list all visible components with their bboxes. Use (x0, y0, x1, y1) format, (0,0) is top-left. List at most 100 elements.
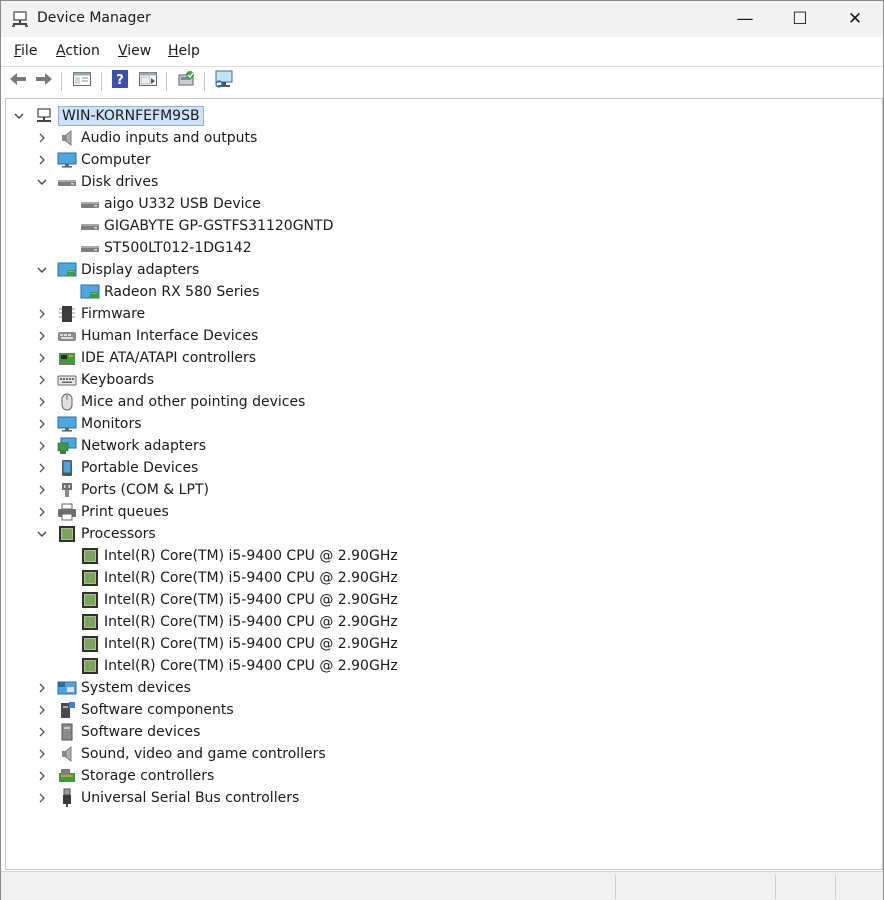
chevron-right-icon[interactable] (35, 725, 49, 739)
tree-item-sound[interactable]: Sound, video and game controllers (35, 743, 326, 765)
chevron-down-icon[interactable] (35, 527, 49, 541)
chevron-right-icon[interactable] (35, 395, 49, 409)
chevron-right-icon[interactable] (35, 417, 49, 431)
tree-item-processors[interactable]: Processors (35, 523, 156, 545)
chevron-right-icon[interactable] (35, 703, 49, 717)
processor-icon (80, 547, 100, 565)
scan-hardware-icon (213, 69, 235, 93)
properties-button[interactable] (137, 71, 159, 91)
chevron-right-icon[interactable] (35, 131, 49, 145)
menu-action[interactable]: Action (56, 43, 100, 59)
toolbar-separator (61, 72, 62, 91)
chevron-right-icon[interactable] (35, 505, 49, 519)
tree-item-software-devices[interactable]: Software devices (35, 721, 200, 743)
chevron-right-icon[interactable] (35, 307, 49, 321)
chevron-right-icon[interactable] (35, 747, 49, 761)
tree-item-software-components[interactable]: Software components (35, 699, 234, 721)
tree-item-display-adapters[interactable]: Display adapters (35, 259, 199, 281)
scan-hardware-button[interactable] (213, 69, 235, 93)
tree-child-display-adapter[interactable]: Radeon RX 580 Series (80, 281, 259, 303)
tree-item-network-adapters[interactable]: Network adapters (35, 435, 206, 457)
tree-item-computer[interactable]: Computer (35, 149, 151, 171)
chevron-right-icon[interactable] (35, 791, 49, 805)
tree-child-disk[interactable]: ST500LT012-1DG142 (80, 237, 252, 259)
chevron-right-icon[interactable] (35, 769, 49, 783)
processor-icon (80, 569, 100, 587)
chevron-right-icon[interactable] (35, 153, 49, 167)
chevron-right-icon[interactable] (35, 681, 49, 695)
forward-button[interactable] (33, 71, 55, 91)
tree-item-label: Disk drives (81, 174, 159, 190)
tree-item-label: Software components (81, 702, 234, 718)
display-adapter-icon (80, 283, 100, 301)
help-button[interactable]: ? (109, 70, 131, 91)
tree-item-label: Sound, video and game controllers (81, 746, 326, 762)
device-manager-window: Device Manager — ☐ ✕ File Action View He… (0, 0, 884, 900)
update-driver-button[interactable] (175, 71, 197, 91)
tree-child-label: GIGABYTE GP-GSTFS31120GNTD (104, 218, 334, 234)
menu-file[interactable]: File (14, 43, 37, 59)
menu-view[interactable]: View (118, 43, 151, 59)
tree-item-ports[interactable]: Ports (COM & LPT) (35, 479, 209, 501)
tree-item-keyboards[interactable]: Keyboards (35, 369, 154, 391)
tree-child-disk[interactable]: aigo U332 USB Device (80, 193, 261, 215)
maximize-button[interactable]: ☐ (772, 1, 828, 37)
tree-item-usb[interactable]: Universal Serial Bus controllers (35, 787, 299, 809)
tree-item-hid[interactable]: Human Interface Devices (35, 325, 258, 347)
close-icon: ✕ (847, 9, 863, 29)
tree-item-ide[interactable]: IDE ATA/ATAPI controllers (35, 347, 256, 369)
title-bar[interactable]: Device Manager — ☐ ✕ (1, 1, 883, 37)
menu-help[interactable]: Help (168, 43, 200, 59)
minimize-button[interactable]: — (717, 1, 773, 37)
chevron-right-icon[interactable] (35, 329, 49, 343)
chevron-down-icon[interactable] (12, 109, 26, 123)
software-component-icon (57, 701, 77, 719)
tree-item-monitors[interactable]: Monitors (35, 413, 142, 435)
ide-controller-icon (57, 349, 77, 367)
disk-drive-icon (57, 173, 77, 191)
tree-child-processor[interactable]: Intel(R) Core(TM) i5-9400 CPU @ 2.90GHz (80, 655, 398, 677)
tree-item-disk-drives[interactable]: Disk drives (35, 171, 158, 193)
tree-child-label: Intel(R) Core(TM) i5-9400 CPU @ 2.90GHz (104, 636, 398, 652)
chevron-right-icon[interactable] (35, 483, 49, 497)
tree-item-label: Storage controllers (81, 768, 215, 784)
chevron-right-icon[interactable] (35, 373, 49, 387)
show-hide-console-tree-icon (72, 70, 92, 92)
tree-child-processor[interactable]: Intel(R) Core(TM) i5-9400 CPU @ 2.90GHz (80, 567, 398, 589)
usb-icon (57, 788, 77, 807)
properties-icon (138, 70, 158, 92)
tree-child-processor[interactable]: Intel(R) Core(TM) i5-9400 CPU @ 2.90GHz (80, 611, 398, 633)
tree-item-label: Display adapters (81, 262, 200, 278)
processor-icon (80, 657, 100, 675)
tree-item-audio[interactable]: Audio inputs and outputs (35, 127, 257, 149)
system-folder-icon (57, 679, 77, 697)
tree-item-system-devices[interactable]: System devices (35, 677, 191, 699)
tree-child-disk[interactable]: GIGABYTE GP-GSTFS31120GNTD (80, 215, 333, 237)
tree-item-label: Monitors (81, 416, 142, 432)
tree-child-processor[interactable]: Intel(R) Core(TM) i5-9400 CPU @ 2.90GHz (80, 589, 398, 611)
close-button[interactable]: ✕ (827, 1, 883, 37)
device-tree[interactable]: WIN-KORNFEFM9SB Audio inputs and outputs… (5, 98, 883, 870)
chevron-right-icon[interactable] (35, 351, 49, 365)
tree-child-processor[interactable]: Intel(R) Core(TM) i5-9400 CPU @ 2.90GHz (80, 545, 398, 567)
tree-item-label: Universal Serial Bus controllers (81, 790, 300, 806)
chevron-right-icon[interactable] (35, 461, 49, 475)
back-button[interactable] (7, 71, 29, 91)
processor-icon (80, 591, 100, 609)
mouse-icon (57, 393, 77, 411)
tree-child-label: Intel(R) Core(TM) i5-9400 CPU @ 2.90GHz (104, 592, 398, 608)
tree-item-label: Audio inputs and outputs (81, 130, 258, 146)
tree-root[interactable]: WIN-KORNFEFM9SB (12, 105, 204, 127)
chevron-down-icon[interactable] (35, 175, 49, 189)
tree-item-portable-devices[interactable]: Portable Devices (35, 457, 198, 479)
show-hide-console-tree-button[interactable] (71, 71, 93, 91)
tree-item-storage[interactable]: Storage controllers (35, 765, 214, 787)
tree-item-print-queues[interactable]: Print queues (35, 501, 169, 523)
tree-item-mice[interactable]: Mice and other pointing devices (35, 391, 305, 413)
chevron-down-icon[interactable] (35, 263, 49, 277)
chevron-right-icon[interactable] (35, 439, 49, 453)
tree-child-processor[interactable]: Intel(R) Core(TM) i5-9400 CPU @ 2.90GHz (80, 633, 398, 655)
tree-child-label: Intel(R) Core(TM) i5-9400 CPU @ 2.90GHz (104, 658, 398, 674)
toolbar-separator (101, 72, 102, 91)
tree-item-firmware[interactable]: Firmware (35, 303, 145, 325)
